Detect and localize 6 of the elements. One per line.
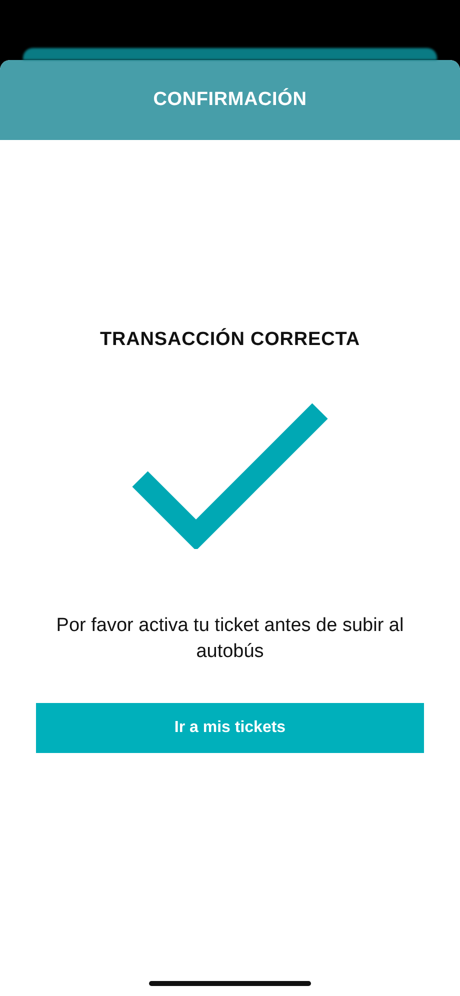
go-to-tickets-button[interactable]: Ir a mis tickets	[36, 703, 424, 753]
status-title: TRANSACCIÓN CORRECTA	[100, 329, 360, 351]
status-message: Por favor activa tu ticket antes de subir al autobús	[55, 614, 405, 664]
home-indicator[interactable]	[149, 981, 311, 986]
checkmark-icon	[132, 403, 328, 549]
header-title: CONFIRMACIÓN	[153, 89, 307, 111]
